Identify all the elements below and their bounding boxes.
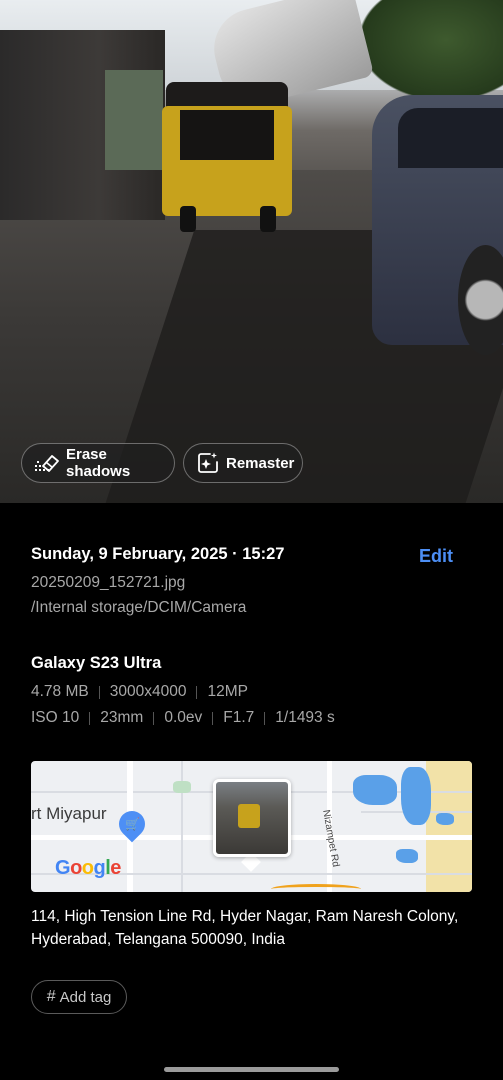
add-tag-label: Add tag <box>59 988 112 1006</box>
shutter-speed: 1/1493 s <box>275 709 335 726</box>
megapixels: 12MP <box>207 683 248 700</box>
photo-auto-rickshaw <box>162 82 292 232</box>
google-logo: Google <box>55 857 121 879</box>
erase-shadows-button[interactable]: Erase shadows <box>21 443 175 483</box>
divider <box>196 685 198 699</box>
divider <box>98 685 100 699</box>
map-route <box>271 884 361 892</box>
divider <box>264 711 266 725</box>
home-indicator[interactable] <box>164 1067 339 1072</box>
file-specs-row: 4.78 MB 3000x4000 12MP <box>31 683 248 701</box>
iso: ISO 10 <box>31 709 80 726</box>
photo-datetime: Sunday, 9 February, 2025 · 15:27 <box>31 545 285 563</box>
remaster-button[interactable]: Remaster <box>183 443 303 483</box>
remaster-sparkle-icon <box>198 452 218 473</box>
erase-shadows-icon <box>35 455 59 472</box>
edit-details-button[interactable]: Edit <box>419 546 453 567</box>
hash-icon: # <box>46 988 56 1005</box>
location-map[interactable]: rt Miyapur Nizampet Rd 🛒 Google <box>31 761 472 892</box>
aperture: F1.7 <box>223 709 255 726</box>
erase-shadows-label: Erase shadows <box>66 446 131 480</box>
photo-viewer[interactable]: Erase shadows Remaster <box>0 0 503 503</box>
camera-specs-row: ISO 10 23mm 0.0ev F1.7 1/1493 s <box>31 709 335 727</box>
location-address: 114, High Tension Line Rd, Hyder Nagar, … <box>31 908 459 948</box>
remaster-label: Remaster <box>226 454 295 472</box>
divider <box>153 711 155 725</box>
photo-shop-sign <box>105 70 163 170</box>
map-water <box>436 813 454 825</box>
map-water <box>401 767 431 825</box>
exposure-value: 0.0ev <box>164 709 203 726</box>
file-path: /Internal storage/DCIM/Camera <box>31 599 247 616</box>
map-place-label: rt Miyapur <box>31 804 107 823</box>
resolution: 3000x4000 <box>109 683 187 700</box>
photo-car-window <box>398 108 503 168</box>
add-tag-button[interactable]: # Add tag <box>31 980 127 1014</box>
map-water <box>396 849 418 863</box>
divider <box>89 711 91 725</box>
map-water <box>353 775 397 805</box>
focal-length: 23mm <box>100 709 144 726</box>
map-park <box>173 781 191 793</box>
camera-device: Galaxy S23 Ultra <box>31 654 162 672</box>
photo-location-marker[interactable] <box>213 779 291 857</box>
photo-tree <box>360 0 503 100</box>
file-name: 20250209_152721.jpg <box>31 574 186 591</box>
file-size: 4.78 MB <box>31 683 89 700</box>
divider <box>212 711 214 725</box>
